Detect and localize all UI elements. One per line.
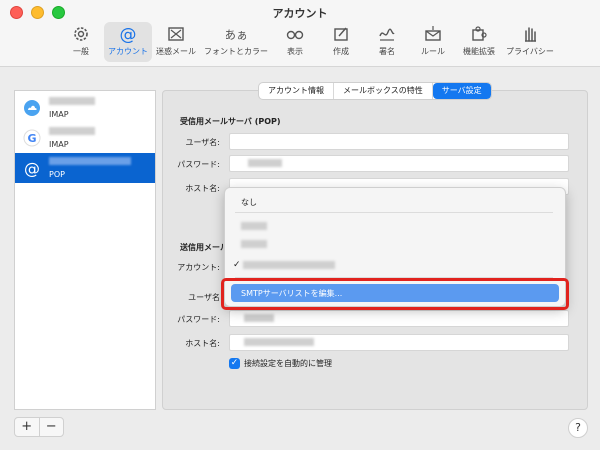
toolbar-label: 迷惑メール	[156, 47, 196, 56]
toolbar-signatures[interactable]: 署名	[364, 22, 410, 62]
auto-manage-label: 接続設定を自動的に管理	[244, 359, 332, 368]
menu-separator	[235, 212, 553, 213]
icloud-icon	[24, 100, 40, 116]
svg-text:@: @	[24, 159, 40, 177]
toolbar-label: 機能拡張	[463, 47, 495, 56]
tab-mailbox-behaviors[interactable]: メールボックスの特性	[334, 83, 433, 99]
glasses-icon	[286, 30, 304, 40]
outgoing-username-label: ユーザ名	[188, 293, 220, 302]
redacted-value	[244, 314, 274, 322]
account-name-redacted	[49, 157, 131, 165]
at-icon: @	[24, 159, 40, 177]
menu-item-selected-redacted[interactable]	[243, 261, 335, 269]
signature-icon	[379, 28, 395, 41]
title-bar: アカウント 一般 @ アカウント 迷惑メール あぁ フォントとカラー 表示 作成…	[0, 0, 600, 67]
add-account-button[interactable]: +	[15, 418, 40, 436]
account-type: IMAP	[49, 110, 69, 119]
toolbar-extensions[interactable]: 機能拡張	[456, 22, 502, 62]
account-type: POP	[49, 170, 65, 179]
outgoing-account-label: アカウント:	[177, 263, 220, 272]
toolbar-label: 表示	[287, 47, 303, 56]
preferences-window: アカウント 一般 @ アカウント 迷惑メール あぁ フォントとカラー 表示 作成…	[0, 0, 600, 450]
menu-item-none[interactable]: なし	[241, 197, 257, 208]
toolbar-rules[interactable]: ルール	[410, 22, 456, 62]
redacted-value	[244, 338, 314, 346]
preferences-toolbar: 一般 @ アカウント 迷惑メール あぁ フォントとカラー 表示 作成 署名 ルー…	[58, 22, 558, 64]
google-icon: G	[23, 129, 41, 147]
toolbar-general[interactable]: 一般	[58, 22, 104, 62]
toolbar-label: ルール	[421, 47, 445, 56]
extension-icon	[472, 26, 487, 41]
account-list: IMAP G IMAP @ POP	[14, 90, 156, 410]
window-title: アカウント	[272, 7, 328, 20]
account-name-redacted	[49, 97, 95, 105]
auto-manage-checkbox[interactable]: ✓	[229, 358, 240, 369]
toolbar-label: 一般	[73, 47, 89, 56]
add-remove-control: + −	[14, 417, 64, 437]
outgoing-password-field[interactable]	[229, 310, 569, 327]
toolbar-label: フォントとカラー	[204, 47, 268, 56]
outgoing-host-label: ホスト名:	[185, 339, 220, 348]
incoming-username-field[interactable]	[229, 133, 569, 150]
tab-server-settings[interactable]: サーバ設定	[432, 83, 491, 99]
incoming-server-title: 受信用メールサーバ (POP)	[180, 117, 281, 126]
at-icon: @	[120, 25, 137, 44]
menu-item-redacted[interactable]	[241, 240, 267, 248]
help-button[interactable]: ?	[568, 418, 588, 438]
toolbar-accounts[interactable]: @ アカウント	[104, 22, 152, 62]
toolbar-label: 作成	[333, 47, 349, 56]
hand-icon	[524, 27, 536, 42]
account-item-pop[interactable]: @ POP	[15, 153, 155, 183]
incoming-username-label: ユーザ名:	[185, 138, 220, 147]
toolbar-label: プライバシー	[506, 47, 554, 56]
svg-text:あぁ: あぁ	[226, 28, 246, 42]
outgoing-server-title: 送信用メール	[180, 243, 228, 252]
toolbar-label: 署名	[379, 47, 395, 56]
account-type: IMAP	[49, 140, 69, 149]
settings-tabs: アカウント情報 メールボックスの特性 サーバ設定	[258, 82, 492, 100]
svg-text:G: G	[27, 132, 36, 145]
toolbar-fonts[interactable]: あぁ フォントとカラー	[200, 22, 272, 62]
menu-item-redacted[interactable]	[241, 222, 267, 230]
remove-account-button[interactable]: −	[40, 418, 64, 436]
gear-icon	[74, 27, 88, 41]
compose-icon	[334, 27, 348, 41]
account-item-icloud[interactable]: IMAP	[15, 93, 155, 123]
account-item-google[interactable]: G IMAP	[15, 123, 155, 153]
incoming-host-label: ホスト名:	[185, 184, 220, 193]
toolbar-privacy[interactable]: プライバシー	[502, 22, 558, 62]
highlight-callout	[221, 278, 569, 310]
toolbar-view[interactable]: 表示	[272, 22, 318, 62]
toolbar-compose[interactable]: 作成	[318, 22, 364, 62]
rules-icon	[425, 26, 441, 41]
font-icon: あぁ	[226, 28, 246, 42]
auto-manage-checkbox-row[interactable]: ✓ 接続設定を自動的に管理	[229, 358, 332, 369]
junk-icon	[168, 27, 184, 41]
redacted-value	[248, 159, 282, 167]
toolbar-label: アカウント	[108, 47, 148, 56]
incoming-password-label: パスワード:	[177, 160, 220, 169]
checkmark-icon: ✓	[233, 260, 241, 270]
tab-account-info[interactable]: アカウント情報	[259, 83, 334, 99]
toolbar-junk[interactable]: 迷惑メール	[152, 22, 200, 62]
svg-text:@: @	[120, 25, 137, 44]
outgoing-password-label: パスワード:	[177, 315, 220, 324]
account-name-redacted	[49, 127, 95, 135]
